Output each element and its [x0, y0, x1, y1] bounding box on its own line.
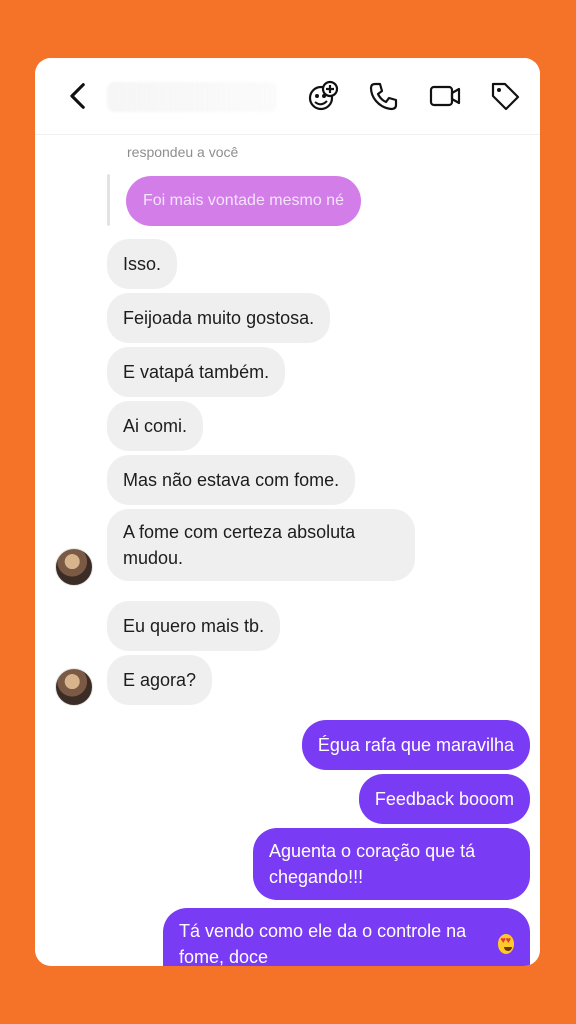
video-call-button[interactable]	[425, 76, 465, 116]
message-bubble-incoming[interactable]: Isso.	[107, 239, 178, 289]
message-bubble-incoming[interactable]: Ai comi.	[107, 401, 204, 451]
avatar[interactable]	[55, 668, 93, 706]
reply-quote-line	[107, 174, 110, 226]
message-bubble-incoming[interactable]: E agora?	[107, 655, 213, 705]
chat-window: respondeu a você Foi mais vontade mesmo …	[35, 58, 540, 966]
message-bubble-incoming[interactable]: Mas não estava com fome.	[107, 455, 356, 505]
back-button[interactable]	[59, 76, 99, 116]
voice-call-button[interactable]	[363, 76, 403, 116]
message-bubble-incoming[interactable]: Feijoada muito gostosa.	[107, 293, 331, 343]
tag-icon	[491, 82, 520, 111]
phone-icon	[369, 82, 398, 111]
contact-name[interactable]	[107, 82, 277, 112]
sticker-add-icon	[308, 80, 339, 111]
quoted-message[interactable]: Foi mais vontade mesmo né	[126, 176, 361, 226]
avatar[interactable]	[55, 548, 93, 586]
message-bubble-outgoing[interactable]: Tá vendo como ele da o controle na fome,…	[163, 908, 530, 966]
message-list[interactable]: respondeu a você Foi mais vontade mesmo …	[35, 134, 540, 966]
message-bubble-incoming[interactable]: Eu quero mais tb.	[107, 601, 281, 651]
heart-eyes-emoji	[497, 934, 514, 954]
chat-header	[35, 58, 540, 135]
message-bubble-outgoing[interactable]: Aguenta o coração que tá chegando!!!	[253, 828, 530, 900]
tag-button[interactable]	[485, 76, 525, 116]
message-text: Tá vendo como ele da o controle na fome,…	[179, 921, 467, 966]
reply-label: respondeu a você	[127, 144, 239, 160]
video-camera-icon	[429, 85, 461, 107]
message-bubble-incoming[interactable]: E vatapá também.	[107, 347, 286, 397]
chevron-left-icon	[70, 83, 85, 109]
message-bubble-outgoing[interactable]: Égua rafa que maravilha	[301, 720, 530, 770]
sticker-button[interactable]	[303, 76, 343, 116]
message-bubble-incoming[interactable]: A fome com certeza absoluta mudou.	[107, 509, 415, 581]
message-bubble-outgoing[interactable]: Feedback booom	[358, 774, 530, 824]
